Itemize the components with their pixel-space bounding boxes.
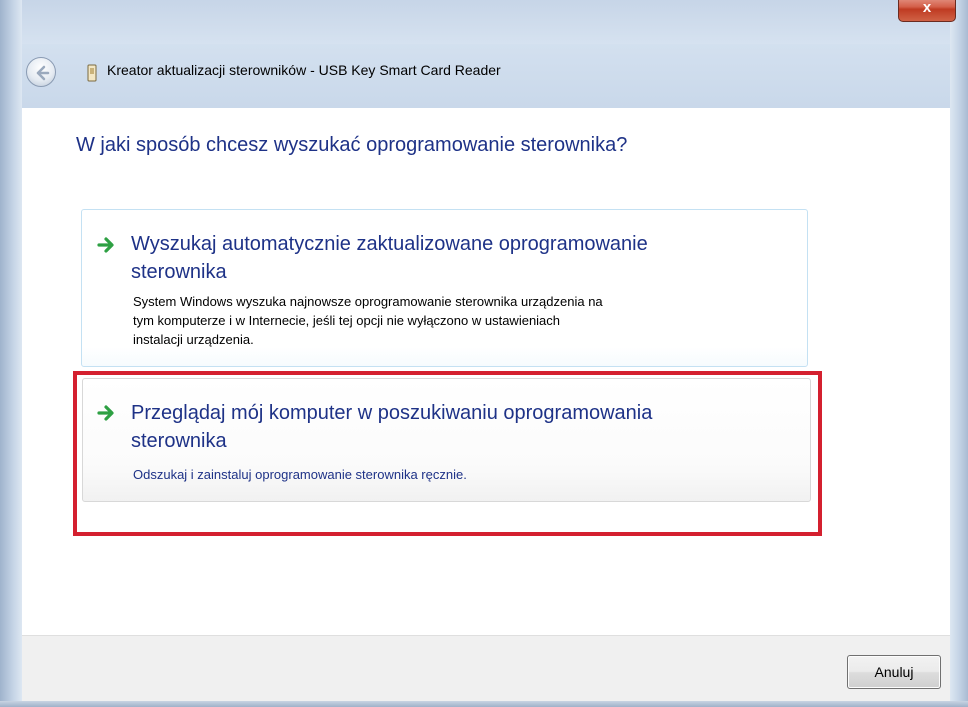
- title-bar: [0, 0, 968, 108]
- page-heading: W jaki sposób chcesz wyszukać oprogramow…: [76, 134, 628, 156]
- glass-strip: [0, 0, 968, 44]
- device-icon: [87, 64, 97, 82]
- green-arrow-icon: [97, 237, 114, 253]
- close-button[interactable]: x: [898, 0, 956, 22]
- driver-update-wizard-window: x Kreator aktualizacji sterowników - USB…: [0, 0, 968, 707]
- option-search-automatically-description: System Windows wyszuka najnowsze oprogra…: [133, 292, 603, 349]
- description-line: System Windows wyszuka najnowsze oprogra…: [133, 294, 603, 309]
- window-title: Kreator aktualizacji sterowników - USB K…: [107, 62, 501, 78]
- red-highlight-frame: [73, 371, 822, 536]
- back-arrow-icon: [36, 65, 50, 81]
- description-line: tym komputerze i w Internecie, jeśli tej…: [133, 313, 561, 328]
- close-icon: x: [922, 0, 932, 16]
- option-search-automatically-title[interactable]: Wyszukaj automatycznie zaktualizowane op…: [131, 230, 648, 286]
- wizard-footer: [22, 635, 950, 707]
- option-title-line: sterownika: [131, 261, 227, 283]
- left-window-frame: [0, 0, 22, 707]
- cancel-button[interactable]: Anuluj: [847, 655, 941, 689]
- option-title-line: Wyszukaj automatycznie zaktualizowane op…: [131, 233, 648, 255]
- back-button[interactable]: [26, 57, 56, 87]
- description-line: instalacji urządzenia.: [133, 332, 254, 347]
- right-window-frame: [950, 0, 968, 707]
- bottom-window-frame: [0, 701, 968, 707]
